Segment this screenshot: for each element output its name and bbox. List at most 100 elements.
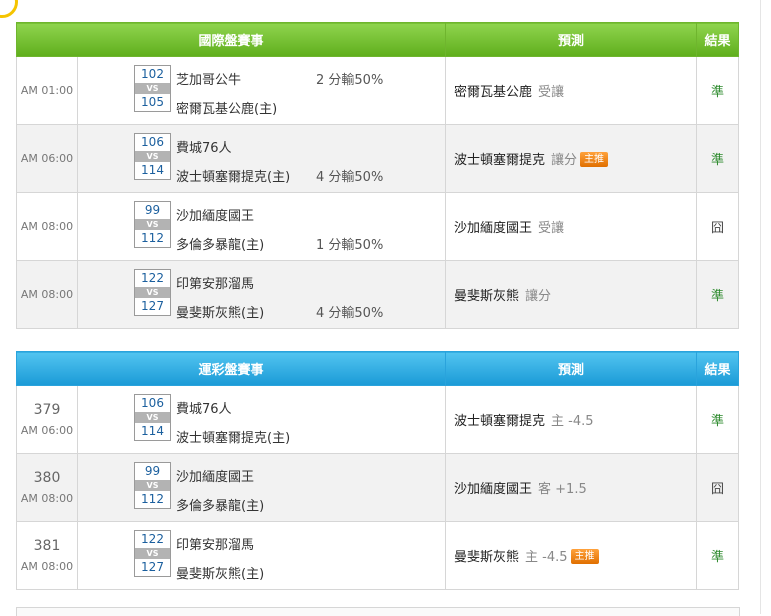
result-mark: 準 — [711, 550, 725, 565]
game-row: 380 AM 08:00 99 VS 112 沙加緬度國王 多倫多暴龍(主) 沙… — [16, 453, 740, 522]
prediction-type: 受讓 — [538, 85, 565, 100]
matchup-cell: 102 VS 105 芝加哥公牛 密爾瓦基公鹿(主) 2 分輸50% — [76, 56, 447, 125]
matchup-cell: 106 VS 114 費城76人 波士頓塞爾提克(主) 4 分輸50% — [76, 124, 447, 193]
international-header-row: 國際盤賽事 預測 結果 — [15, 22, 740, 57]
time-cell: AM 08:00 — [16, 192, 78, 261]
lottery-game-header: 運彩盤賽事 — [15, 351, 447, 386]
home-team: 曼斐斯灰熊(主) — [176, 306, 265, 321]
time-cell: AM 08:00 — [16, 260, 78, 329]
game-time: AM 06:00 — [20, 152, 74, 165]
result-mark: 囧 — [711, 482, 725, 497]
prediction-team: 波士頓塞爾提克 — [454, 414, 546, 429]
time-cell: 380 AM 08:00 — [16, 453, 78, 522]
lottery-result-header: 結果 — [696, 351, 740, 386]
matchup-cell: 99 VS 112 沙加緬度國王 多倫多暴龍(主) 1 分輸50% — [76, 192, 447, 261]
score-box: 106 VS 114 — [134, 394, 171, 441]
prediction-team: 曼斐斯灰熊 — [454, 550, 520, 565]
prediction-team: 曼斐斯灰熊 — [454, 289, 520, 304]
away-team: 費城76人 — [176, 141, 232, 156]
away-score: 106 — [141, 135, 164, 149]
away-team: 芝加哥公牛 — [176, 73, 242, 88]
time-cell: AM 06:00 — [16, 124, 78, 193]
home-score: 114 — [141, 424, 164, 438]
home-score: 112 — [141, 492, 164, 506]
result-cell: 囧 — [696, 453, 740, 522]
vs-label: VS — [135, 151, 170, 162]
result-cell: 準 — [696, 260, 740, 329]
score-box: 102 VS 105 — [134, 65, 171, 112]
game-row: AM 08:00 99 VS 112 沙加緬度國王 多倫多暴龍(主) 1 分輸5… — [16, 192, 740, 261]
time-cell: 379 AM 06:00 — [16, 385, 78, 454]
vs-label: VS — [135, 548, 170, 559]
away-score: 106 — [141, 396, 164, 410]
prediction-team: 沙加緬度國王 — [454, 221, 533, 236]
score-box: 122 VS 127 — [134, 269, 171, 316]
international-game-header: 國際盤賽事 — [15, 22, 447, 57]
away-score: 99 — [144, 464, 161, 478]
prediction-type: 客 +1.5 — [538, 482, 587, 497]
home-score: 127 — [141, 299, 164, 313]
international-games-table: 國際盤賽事 預測 結果 AM 01:00 102 VS 105 芝加哥公牛 密爾… — [15, 22, 740, 329]
game-row: 379 AM 06:00 106 VS 114 費城76人 波士頓塞爾提克(主)… — [16, 385, 740, 454]
prediction-team: 密爾瓦基公鹿 — [454, 85, 533, 100]
prediction-cell: 沙加緬度國王客 +1.5 — [445, 453, 698, 522]
corner-decoration — [0, 0, 18, 18]
prediction-type: 主 -4.5 — [525, 550, 568, 565]
spread-note-top: 2 分輸50% — [316, 73, 384, 88]
matchup-cell: 106 VS 114 費城76人 波士頓塞爾提克(主) — [76, 385, 447, 454]
time-cell: 381 AM 08:00 — [16, 521, 78, 590]
vs-label: VS — [135, 412, 170, 423]
page-edge — [760, 0, 761, 614]
game-row: 381 AM 08:00 122 VS 127 印第安那溜馬 曼斐斯灰熊(主) … — [16, 521, 740, 590]
prediction-type: 讓分 — [551, 153, 578, 168]
away-team: 印第安那溜馬 — [176, 538, 255, 553]
game-time: AM 08:00 — [20, 492, 74, 505]
time-cell: AM 01:00 — [16, 56, 78, 125]
lottery-prediction-header: 預測 — [445, 351, 698, 386]
prediction-cell: 曼斐斯灰熊 讓分 — [445, 260, 698, 329]
game-time: AM 08:00 — [20, 288, 74, 301]
away-score: 102 — [141, 67, 164, 81]
vs-label: VS — [135, 480, 170, 491]
away-score: 99 — [144, 203, 161, 217]
prediction-team: 沙加緬度國王 — [454, 482, 533, 497]
away-team: 印第安那溜馬 — [176, 277, 255, 292]
game-time: AM 08:00 — [20, 560, 74, 573]
home-team: 多倫多暴龍(主) — [176, 238, 265, 253]
score-box: 106 VS 114 — [134, 133, 171, 180]
matchup-cell: 99 VS 112 沙加緬度國王 多倫多暴龍(主) — [76, 453, 447, 522]
home-score: 114 — [141, 163, 164, 177]
prediction-cell: 波士頓塞爾提克主 -4.5 — [445, 385, 698, 454]
game-row: AM 08:00 122 VS 127 印第安那溜馬 曼斐斯灰熊(主) 4 分輸… — [16, 260, 740, 329]
main-pick-badge: 主推 — [570, 549, 599, 564]
lottery-header-row: 運彩盤賽事 預測 結果 — [15, 351, 740, 386]
international-result-header: 結果 — [696, 22, 740, 57]
home-team: 曼斐斯灰熊(主) — [176, 567, 265, 582]
home-team: 密爾瓦基公鹿(主) — [176, 102, 278, 117]
spread-note-bottom: 4 分輸50% — [316, 306, 384, 321]
home-team: 波士頓塞爾提克(主) — [176, 170, 291, 185]
score-box: 122 VS 127 — [134, 530, 171, 577]
game-number: 381 — [33, 538, 61, 554]
result-mark: 準 — [711, 85, 725, 100]
spread-note-bottom: 1 分輸50% — [316, 238, 384, 253]
home-team: 波士頓塞爾提克(主) — [176, 431, 291, 446]
score-box: 99 VS 112 — [134, 462, 171, 509]
result-cell: 囧 — [696, 192, 740, 261]
result-cell: 準 — [696, 521, 740, 590]
vs-label: VS — [135, 219, 170, 230]
game-time: AM 08:00 — [20, 220, 74, 233]
game-row: AM 06:00 106 VS 114 費城76人 波士頓塞爾提克(主) 4 分… — [16, 124, 740, 193]
prediction-cell: 沙加緬度國王 受讓 — [445, 192, 698, 261]
away-team: 費城76人 — [176, 402, 232, 417]
result-mark: 準 — [711, 414, 725, 429]
result-cell: 準 — [696, 56, 740, 125]
prediction-type: 主 -4.5 — [551, 414, 594, 429]
international-prediction-header: 預測 — [445, 22, 698, 57]
home-score: 127 — [141, 560, 164, 574]
next-table-edge — [16, 607, 740, 616]
home-score: 112 — [141, 231, 164, 245]
prediction-team: 波士頓塞爾提克 — [454, 153, 546, 168]
home-team: 多倫多暴龍(主) — [176, 499, 265, 514]
main-pick-badge: 主推 — [580, 152, 609, 167]
